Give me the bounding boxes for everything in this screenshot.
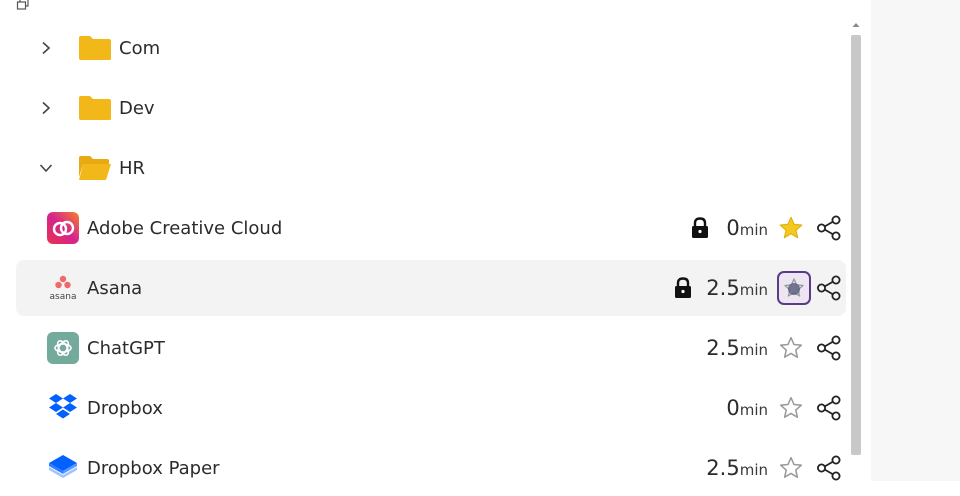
chevron-right-icon[interactable] <box>36 38 56 58</box>
scroll-up-arrow-icon[interactable] <box>851 20 861 30</box>
app-row-dropbox-paper[interactable]: Dropbox Paper 2.5 min <box>16 440 846 496</box>
folder-icon <box>79 36 111 60</box>
duration: 2.5 min <box>706 456 768 480</box>
app-row-dropbox[interactable]: Dropbox 0 min <box>16 380 846 436</box>
dropbox-logo <box>46 391 80 425</box>
duration-value: 0 <box>726 396 740 420</box>
star-button-focused[interactable] <box>777 271 811 305</box>
chevron-right-icon[interactable] <box>36 98 56 118</box>
duration: 2.5 min <box>706 336 768 360</box>
folder-name: HR <box>119 157 146 179</box>
app-tree-panel: Com Dev HR Adobe Creative Cloud 0 min as… <box>0 0 871 481</box>
folder-icon <box>79 96 111 120</box>
folder-open-icon <box>79 156 111 180</box>
asana-logo: asana <box>46 271 80 305</box>
folder-row-com[interactable]: Com <box>16 20 846 76</box>
dropbox-paper-logo <box>46 451 80 485</box>
duration-unit: min <box>739 281 768 299</box>
duration: 0 min <box>726 216 768 240</box>
share-icon[interactable] <box>816 395 842 421</box>
vertical-scrollbar[interactable] <box>849 18 863 481</box>
folder-name: Dev <box>119 97 155 119</box>
app-name: ChatGPT <box>87 337 165 359</box>
right-gutter <box>871 0 960 481</box>
share-icon[interactable] <box>816 215 842 241</box>
duration-value: 2.5 <box>706 276 740 300</box>
app-name: Dropbox Paper <box>87 457 220 479</box>
star-outline-icon[interactable] <box>778 455 804 481</box>
share-icon[interactable] <box>816 335 842 361</box>
scrollbar-thumb[interactable] <box>851 35 861 455</box>
duration: 2.5 min <box>706 276 768 300</box>
star-outline-icon[interactable] <box>778 335 804 361</box>
duration-unit: min <box>739 461 768 479</box>
duration-unit: min <box>739 221 768 239</box>
duration-unit: min <box>739 341 768 359</box>
lock-icon <box>675 277 691 298</box>
lock-icon <box>692 217 708 238</box>
chevron-down-icon[interactable] <box>36 158 56 178</box>
adobe-creative-cloud-logo <box>46 211 80 245</box>
app-name: Adobe Creative Cloud <box>87 217 283 239</box>
chatgpt-logo <box>46 331 80 365</box>
duration-value: 2.5 <box>706 336 740 360</box>
share-icon[interactable] <box>816 455 842 481</box>
duration-unit: min <box>739 401 768 419</box>
star-outline-icon[interactable] <box>778 395 804 421</box>
duration-value: 0 <box>726 216 740 240</box>
app-row-adobe-creative-cloud[interactable]: Adobe Creative Cloud 0 min <box>16 200 846 256</box>
app-row-asana[interactable]: asana Asana 2.5 min <box>16 260 846 316</box>
folder-row-dev[interactable]: Dev <box>16 80 846 136</box>
star-outline-icon <box>784 278 804 297</box>
share-icon[interactable] <box>816 275 842 301</box>
folder-name: Com <box>119 37 161 59</box>
app-name: Asana <box>87 277 143 299</box>
duration-value: 2.5 <box>706 456 740 480</box>
app-name: Dropbox <box>87 397 163 419</box>
star-filled-icon[interactable] <box>778 215 804 241</box>
asana-logo-text: asana <box>50 292 77 302</box>
duration: 0 min <box>726 396 768 420</box>
folder-row-hr[interactable]: HR <box>16 140 846 196</box>
app-row-chatgpt[interactable]: ChatGPT 2.5 min <box>16 320 846 376</box>
